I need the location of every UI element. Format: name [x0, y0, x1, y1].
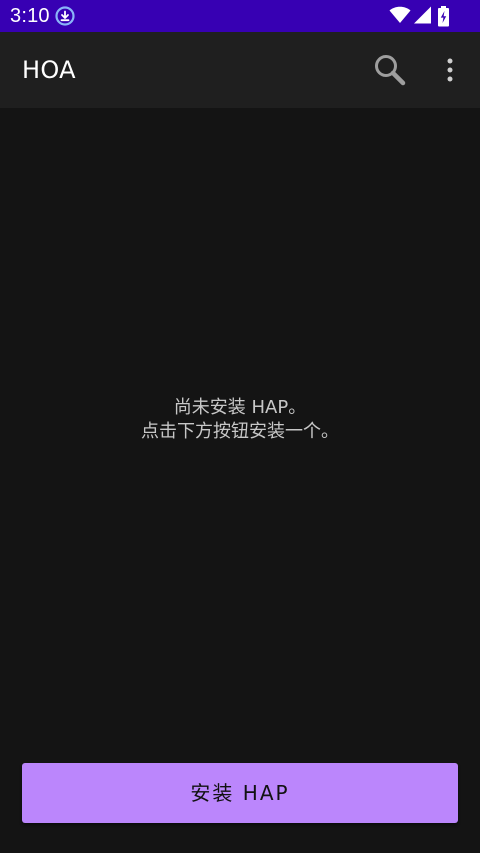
download-icon [55, 6, 75, 26]
main-content: 尚未安装 HAP。 点击下方按钮安装一个。 [0, 108, 480, 853]
install-hap-button[interactable]: 安装 HAP [22, 763, 458, 823]
app-title: HOA [22, 56, 76, 84]
signal-icon [414, 6, 431, 24]
status-bar: 3:10 [0, 0, 480, 32]
screen: 3:10 HOA 尚未安装 HAP。 点击下方按钮安装一个。 安装 HAP [0, 0, 480, 853]
more-options-button[interactable] [434, 50, 466, 90]
search-button[interactable] [370, 50, 410, 90]
more-vert-icon [447, 58, 453, 82]
empty-state-line-2: 点击下方按钮安装一个。 [141, 421, 339, 442]
search-icon [375, 55, 406, 86]
status-time: 3:10 [10, 5, 50, 27]
battery-charging-icon [438, 6, 449, 27]
empty-state-line-1: 尚未安装 HAP。 [173, 397, 307, 418]
app-bar: HOA [0, 32, 480, 108]
empty-state-message: 尚未安装 HAP。 点击下方按钮安装一个。 [0, 396, 480, 444]
wifi-icon [389, 6, 411, 23]
